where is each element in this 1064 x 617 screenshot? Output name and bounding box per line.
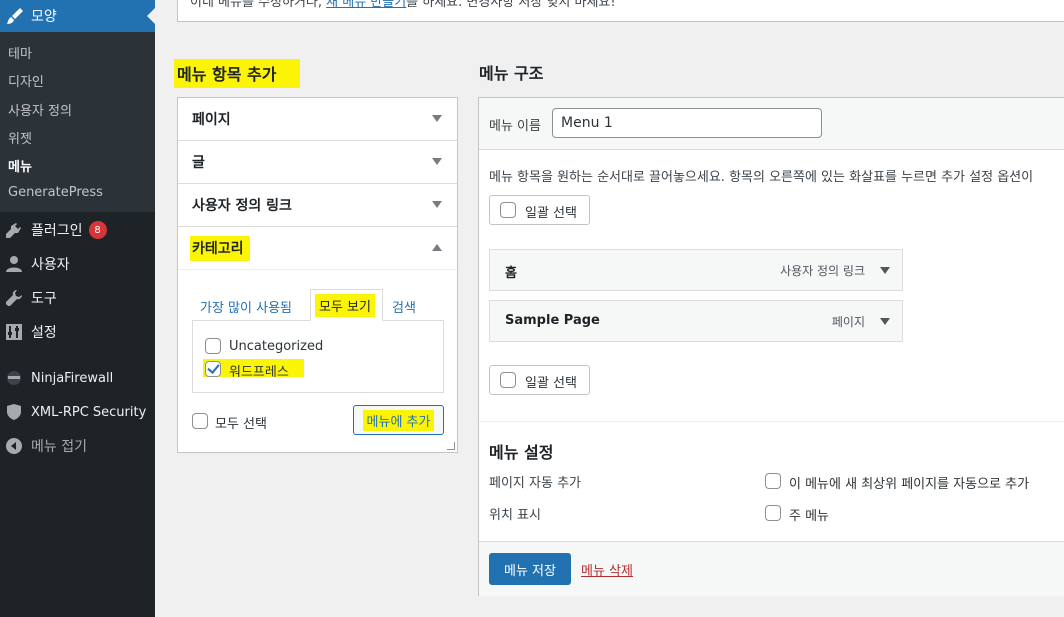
tab-label: 모두 보기: [315, 293, 375, 317]
category-checkbox-uncategorized[interactable]: [205, 338, 221, 354]
notice-text-before: 이네 메뉴를 수정하거나,: [190, 0, 327, 10]
sliders-icon: [4, 322, 24, 342]
shield-icon: [4, 402, 24, 422]
menu-structure-panel: 메뉴 이름 메뉴 항목을 원하는 순서대로 끌어놓으세요. 항목의 오른쪽에 있…: [478, 97, 1064, 596]
chevron-up-icon: [432, 244, 442, 251]
sidebar-item-label: 사용자: [31, 257, 70, 273]
menu-name-label: 메뉴 이름: [489, 119, 541, 134]
accordion-custom-links[interactable]: 사용자 정의 링크: [178, 184, 457, 227]
menu-item-title: 홈: [505, 266, 517, 281]
accordion-label: 페이지: [192, 112, 231, 128]
bulk-select-label: 일괄 선택: [525, 206, 577, 221]
chevron-down-icon[interactable]: [880, 318, 890, 325]
select-all-label: 모두 선택: [215, 417, 267, 432]
drag-instructions: 메뉴 항목을 원하는 순서대로 끌어놓으세요. 항목의 오른쪽에 있는 화살표를…: [489, 170, 1034, 185]
menu-item-home[interactable]: 홈 사용자 정의 링크: [489, 249, 903, 291]
sidebar-submenu: 테마 디자인 사용자 정의 위젯 메뉴 GeneratePress: [0, 32, 155, 212]
sidebar-item-label: NinjaFirewall: [31, 370, 114, 386]
menu-item-sample-page[interactable]: Sample Page 페이지: [489, 300, 903, 342]
bulk-select-checkbox[interactable]: [500, 372, 516, 388]
sidebar-item-xmlrpc-security[interactable]: XML-RPC Security: [0, 395, 155, 429]
tab-view-all[interactable]: 모두 보기: [310, 289, 383, 321]
submenu-item-menus[interactable]: 메뉴: [8, 156, 32, 175]
add-menu-items-panel: 페이지 글 사용자 정의 링크 카테고리 가장 많이 사용됨 모두 보기 검색 …: [177, 97, 458, 453]
category-checklist: Uncategorized 워드프레스: [192, 320, 444, 393]
wrench-icon: [4, 288, 24, 308]
sidebar-item-label: XML-RPC Security: [31, 404, 147, 420]
tab-search[interactable]: 검색: [392, 291, 416, 321]
chevron-down-icon: [432, 201, 442, 208]
bulk-select-top[interactable]: 일괄 선택: [489, 195, 590, 225]
add-menu-items-title: 메뉴 항목 추가: [174, 59, 301, 88]
create-new-menu-link[interactable]: 새 메뉴 만들기: [326, 0, 406, 10]
notice-text: 이네 메뉴를 수정하거나, 새 메뉴 만들기를 하세요. 변경사항 저장 잊지 …: [190, 0, 616, 10]
auto-add-pages-label: 페이지 자동 추가: [489, 476, 581, 491]
resize-handle[interactable]: [447, 442, 455, 450]
category-checkbox-wordpress[interactable]: [205, 361, 221, 377]
sidebar-item-settings[interactable]: 설정: [0, 315, 155, 349]
user-icon: [4, 254, 24, 274]
category-label: 워드프레스: [229, 365, 289, 380]
menu-name-input[interactable]: [552, 108, 822, 138]
menu-settings-title: 메뉴 설정: [489, 443, 554, 462]
sidebar-item-label: 플러그인: [31, 223, 83, 239]
chevron-down-icon[interactable]: [880, 267, 890, 274]
accordion-posts[interactable]: 글: [178, 141, 457, 184]
accordion-label: 카테고리: [190, 235, 250, 261]
submenu-item-design[interactable]: 디자인: [8, 71, 44, 90]
manage-menus-notice: 이네 메뉴를 수정하거나, 새 메뉴 만들기를 하세요. 변경사항 저장 잊지 …: [177, 0, 1064, 22]
chevron-down-icon: [432, 158, 442, 165]
plug-icon: [4, 220, 24, 240]
sidebar-item-label: 메뉴 접기: [31, 439, 87, 455]
sidebar-item-label: 도구: [31, 291, 57, 307]
add-to-menu-button[interactable]: 메뉴에 추가: [353, 405, 444, 435]
auto-add-pages-checkbox[interactable]: [765, 473, 781, 489]
chevron-down-icon: [432, 115, 442, 122]
submenu-item-customize[interactable]: 사용자 정의: [8, 100, 72, 119]
auto-add-pages-option: 이 메뉴에 새 최상위 페이지를 자동으로 추가: [789, 477, 1030, 492]
accordion-label: 글: [192, 155, 205, 171]
accordion-label: 사용자 정의 링크: [192, 198, 292, 214]
menu-actions-footer: 메뉴 저장 메뉴 삭제: [479, 541, 1064, 596]
bulk-select-label: 일괄 선택: [525, 376, 577, 391]
sidebar-item-users[interactable]: 사용자: [0, 247, 155, 281]
delete-menu-link[interactable]: 메뉴 삭제: [581, 560, 633, 579]
bulk-select-bottom[interactable]: 일괄 선택: [489, 365, 590, 395]
collapse-icon: [4, 436, 24, 456]
category-tabs: 가장 많이 사용됨 모두 보기 검색: [192, 289, 443, 321]
plugin-update-badge: 8: [88, 221, 107, 239]
paintbrush-icon: [5, 6, 25, 26]
sidebar-item-label: 모양: [31, 9, 57, 25]
category-label: Uncategorized: [229, 339, 324, 354]
tab-most-used[interactable]: 가장 많이 사용됨: [200, 291, 292, 321]
primary-menu-option: 주 메뉴: [789, 509, 830, 524]
notice-text-after: 를 하세요. 변경사항 저장 잊지 마세요!: [406, 0, 616, 10]
menu-item-type: 사용자 정의 링크: [780, 264, 865, 278]
button-label: 메뉴에 추가: [362, 409, 435, 431]
sidebar-item-tools[interactable]: 도구: [0, 281, 155, 315]
current-menu-pointer: [147, 8, 155, 24]
save-menu-button[interactable]: 메뉴 저장: [489, 553, 571, 585]
accordion-categories[interactable]: 카테고리: [178, 227, 457, 270]
accordion-pages[interactable]: 페이지: [178, 98, 457, 141]
menu-item-title: Sample Page: [505, 313, 600, 328]
menu-name-header: 메뉴 이름: [479, 98, 1064, 150]
select-all-checkbox[interactable]: [192, 413, 208, 429]
submenu-item-generatepress[interactable]: GeneratePress: [8, 185, 103, 200]
sidebar-item-ninjafirewall[interactable]: NinjaFirewall: [0, 361, 155, 395]
display-location-label: 위치 표시: [489, 508, 541, 523]
bulk-select-checkbox[interactable]: [500, 202, 516, 218]
sidebar-item-plugins[interactable]: 플러그인 8: [0, 213, 155, 247]
ninja-icon: [4, 368, 24, 388]
submenu-item-widgets[interactable]: 위젯: [8, 128, 32, 147]
menu-item-type: 페이지: [831, 315, 865, 329]
sidebar-item-appearance[interactable]: 모양: [0, 0, 155, 32]
menu-structure-title: 메뉴 구조: [479, 64, 544, 83]
submenu-item-themes[interactable]: 테마: [8, 43, 32, 62]
admin-sidebar: 모양 테마 디자인 사용자 정의 위젯 메뉴 GeneratePress 플러그…: [0, 0, 155, 617]
section-divider: [479, 421, 1064, 422]
primary-menu-checkbox[interactable]: [765, 505, 781, 521]
sidebar-item-label: 설정: [31, 325, 57, 341]
collapse-menu-button[interactable]: 메뉴 접기: [0, 429, 155, 463]
